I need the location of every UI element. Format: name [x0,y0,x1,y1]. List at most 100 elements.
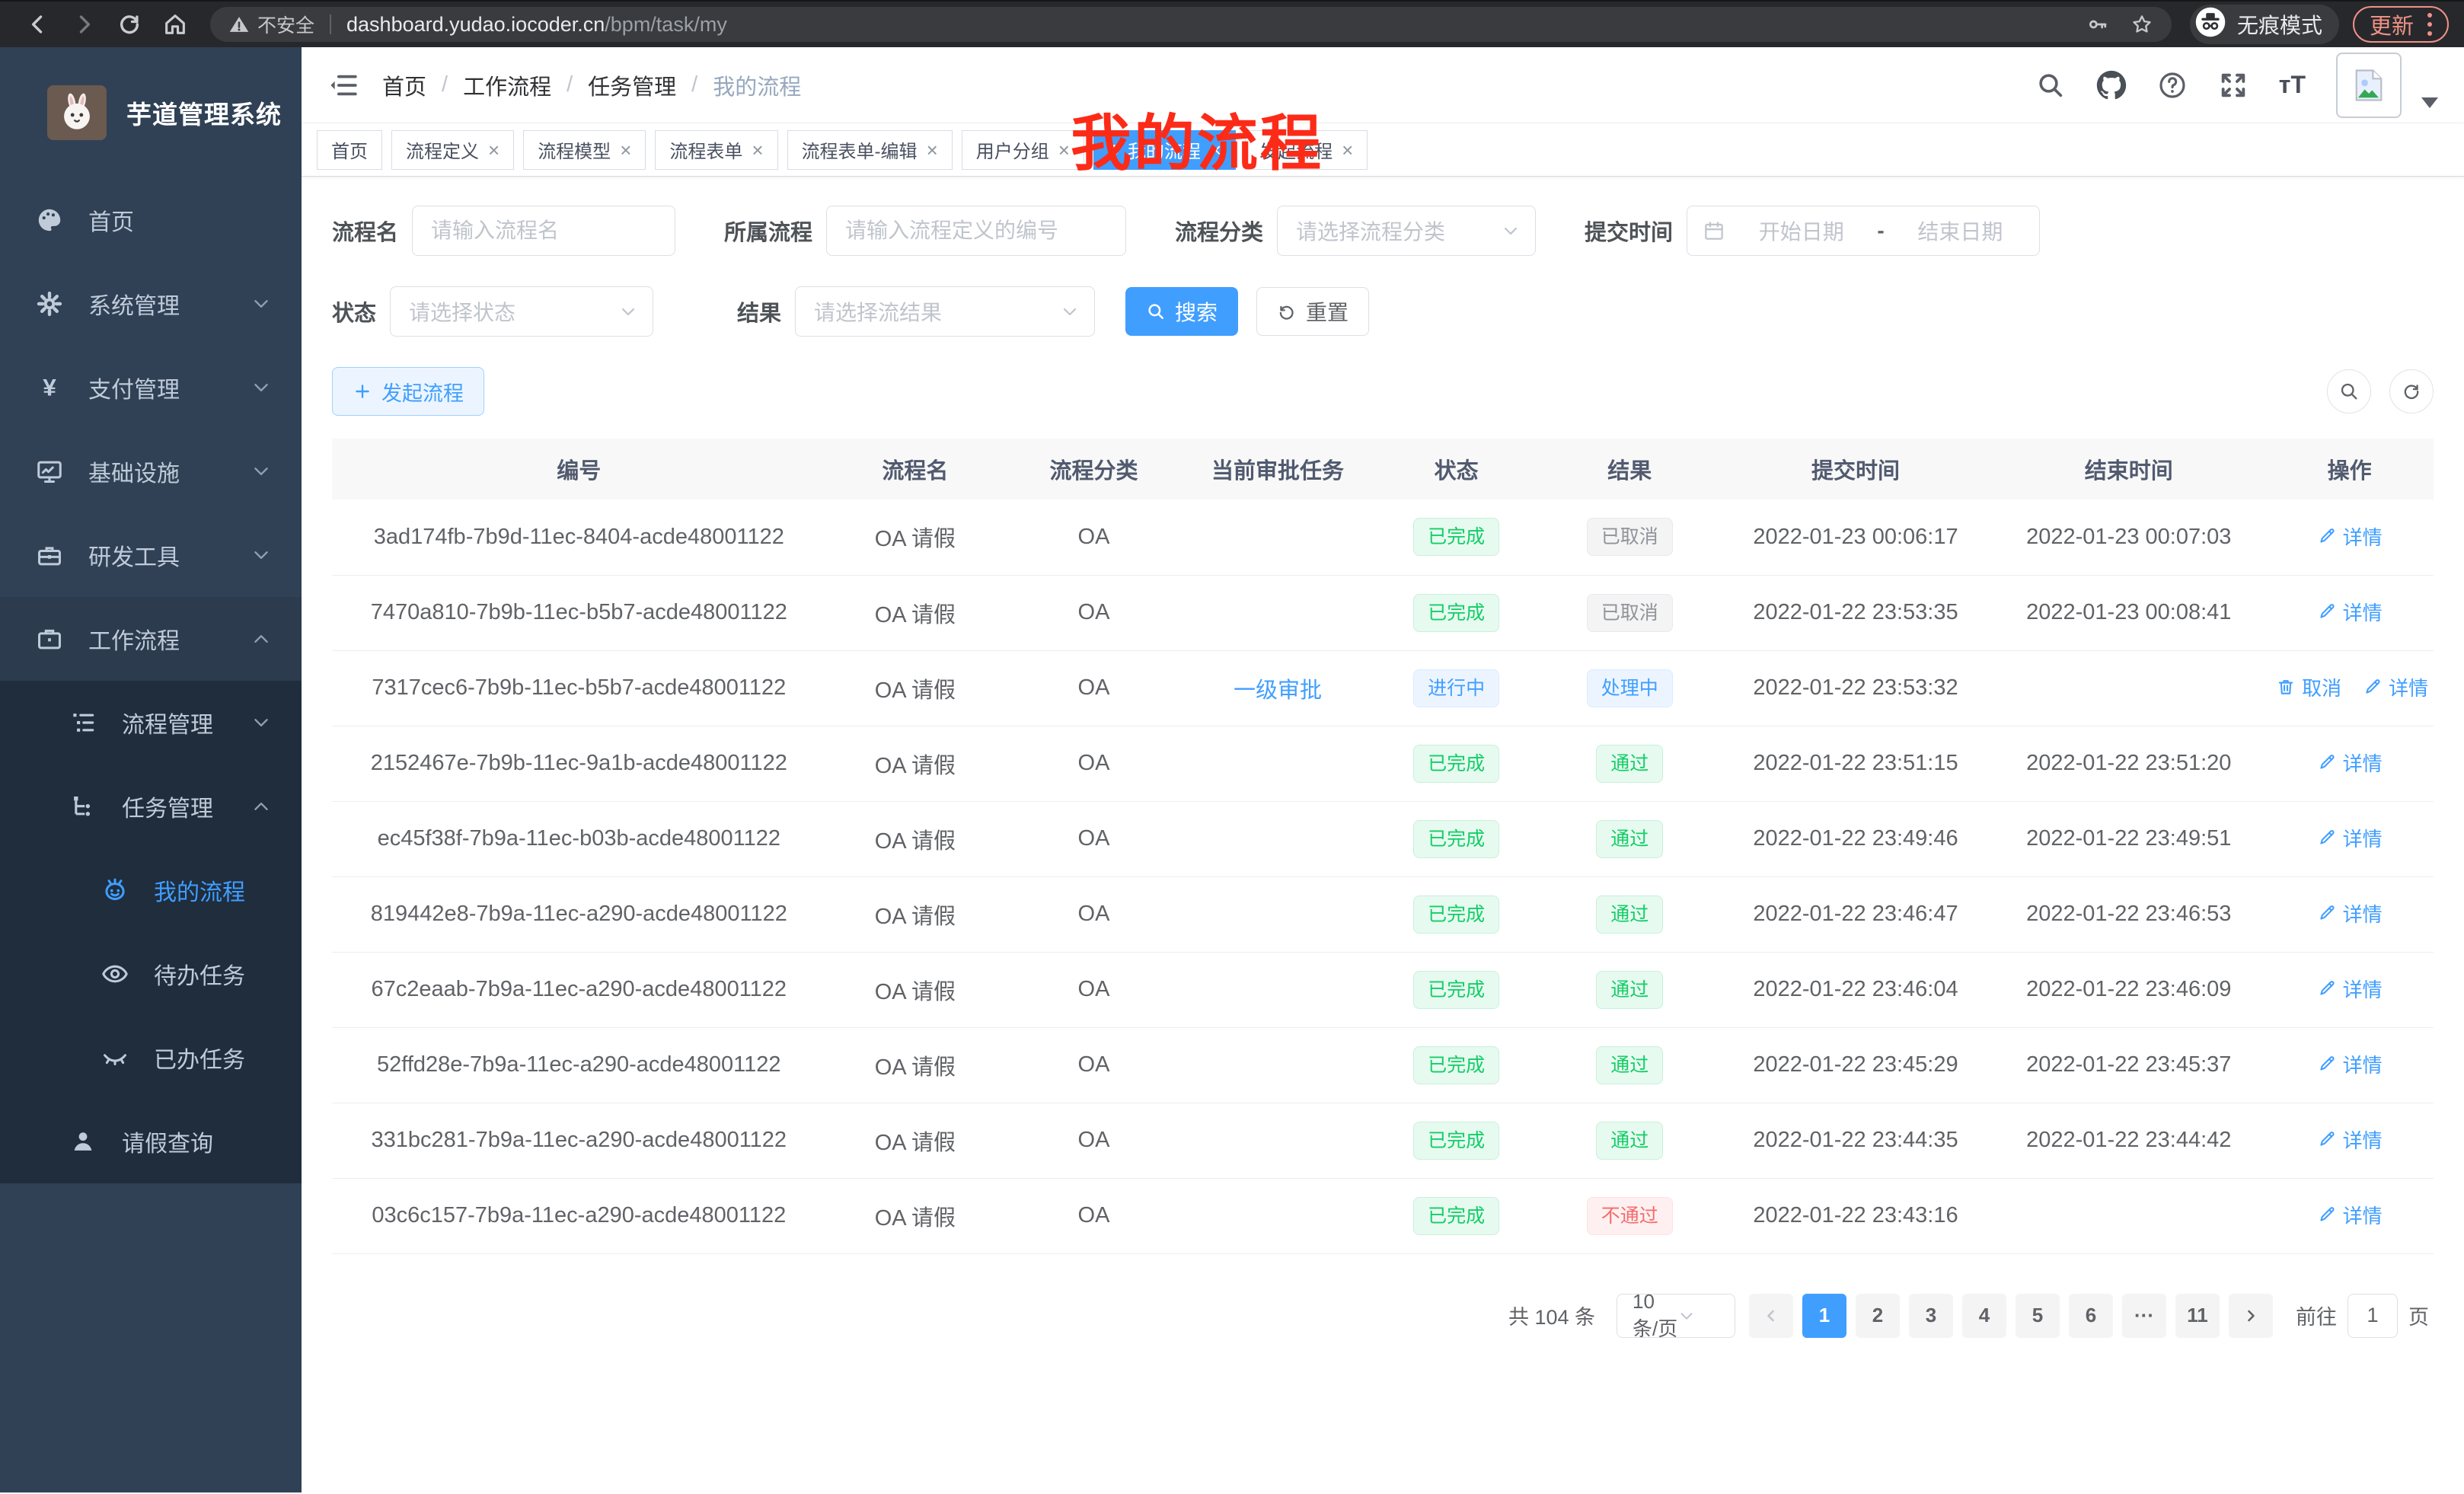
sidebar-item-workflow[interactable]: 工作流程 [0,597,302,681]
cell-end-time: 2022-01-22 23:49:51 [1992,801,2265,876]
reset-button[interactable]: 重置 [1256,287,1369,336]
detail-link[interactable]: 详情 [2317,1050,2383,1078]
result-badge: 通过 [1596,971,1663,1009]
cancel-link[interactable]: 取消 [2276,673,2341,701]
detail-link[interactable]: 详情 [2317,824,2383,852]
page-button-6[interactable]: 6 [2069,1294,2113,1338]
update-label[interactable]: 更新 [2370,8,2414,40]
page-button-5[interactable]: 5 [2016,1294,2060,1338]
search-icon[interactable] [2035,70,2066,101]
breadcrumb-task-mgmt[interactable]: 任务管理 [588,69,676,101]
tab-process-form-edit[interactable]: 流程表单-编辑× [787,130,953,170]
detail-link[interactable]: 详情 [2317,975,2383,1003]
sidebar-item-payment[interactable]: ¥支付管理 [0,346,302,429]
detail-link[interactable]: 详情 [2317,1125,2383,1154]
cell-task [1183,500,1372,575]
sidebar-item-done-tasks[interactable]: 已办任务 [0,1016,302,1100]
next-page-button[interactable] [2229,1294,2273,1338]
fullscreen-icon[interactable] [2218,70,2249,101]
sidebar-item-todo-tasks[interactable]: 待办任务 [0,932,302,1016]
app-logo-row[interactable]: 芋道管理系统 [0,47,302,178]
search-button[interactable]: 搜索 [1125,287,1238,336]
breadcrumb-workflow[interactable]: 工作流程 [463,69,551,101]
process-name-input[interactable] [412,206,675,256]
result-select[interactable]: 请选择流结果 [795,286,1095,337]
password-key-icon[interactable] [2086,13,2109,36]
browser-back-icon[interactable] [15,7,61,42]
page-button-1[interactable]: 1 [1802,1294,1846,1338]
github-icon[interactable] [2096,70,2127,101]
tab-process-definition[interactable]: 流程定义× [391,130,514,170]
url-host[interactable]: dashboard.yudao.iocoder.cn [346,13,605,37]
bookmark-star-icon[interactable] [2130,13,2153,36]
url-path[interactable]: /bpm/task/my [605,13,727,37]
pager-ellipsis[interactable]: ··· [2122,1294,2166,1338]
security-label[interactable]: 不安全 [257,11,314,38]
tab-home[interactable]: 首页 [317,130,382,170]
breadcrumb-home[interactable]: 首页 [382,69,426,101]
page-button-2[interactable]: 2 [1856,1294,1900,1338]
cell-end-time: 2022-01-22 23:44:42 [1992,1103,2265,1178]
close-icon[interactable]: × [752,140,763,160]
sidebar-item-process-mgmt[interactable]: 流程管理 [0,681,302,765]
status-label: 状态 [332,295,376,327]
browser-update-button[interactable]: 更新 [2353,6,2449,43]
toggle-search-button[interactable] [2327,369,2371,413]
cell-submit-time: 2022-01-22 23:44:35 [1719,1103,1993,1178]
sidebar-item-devtools[interactable]: 研发工具 [0,513,302,597]
process-category-select[interactable]: 请选择流程分类 [1277,206,1536,256]
page-button-11[interactable]: 11 [2175,1294,2220,1338]
status-select[interactable]: 请选择状态 [390,286,653,337]
tab-process-model[interactable]: 流程模型× [523,130,646,170]
browser-reload-icon[interactable] [107,7,152,42]
cell-actions: 详情 [2265,876,2434,952]
refresh-button[interactable] [2389,369,2434,413]
page-button-3[interactable]: 3 [1909,1294,1953,1338]
font-size-icon[interactable]: ᴛT [2279,71,2306,99]
goto-page-input[interactable] [2348,1294,2398,1338]
cell-status: 已完成 [1372,726,1540,801]
task-link[interactable]: 一级审批 [1234,678,1322,703]
avatar-caret-icon[interactable] [2421,97,2438,108]
page-button-4[interactable]: 4 [1962,1294,2006,1338]
sidebar-item-home[interactable]: 首页 [0,178,302,262]
page-size-select[interactable]: 10条/页 [1617,1294,1735,1338]
end-date-placeholder: 结束日期 [1897,215,2024,246]
help-icon[interactable] [2157,70,2188,101]
sidebar-item-task-mgmt[interactable]: 任务管理 [0,765,302,848]
close-icon[interactable]: × [488,140,500,160]
detail-link[interactable]: 详情 [2317,899,2383,927]
browser-home-icon[interactable] [152,7,198,42]
security-warning-icon[interactable] [228,14,250,35]
cell-end-time: 2022-01-23 00:08:41 [1992,575,2265,650]
detail-link[interactable]: 详情 [2363,673,2428,701]
detail-link[interactable]: 详情 [2317,522,2383,551]
submit-time-range-picker[interactable]: 开始日期 - 结束日期 [1687,206,2040,256]
cell-id: 7317cec6-7b9b-11ec-b5b7-acde48001122 [332,650,826,726]
process-category-label: 流程分类 [1175,215,1263,247]
avatar[interactable] [2336,53,2402,118]
prev-page-button[interactable] [1749,1294,1793,1338]
address-bar[interactable]: 不安全 dashboard.yudao.iocoder.cn/bpm/task/… [210,7,2172,42]
close-icon[interactable]: × [1210,140,1221,160]
close-icon[interactable]: × [927,140,938,160]
close-icon[interactable]: × [1342,140,1353,160]
tab-user-group[interactable]: 用户分组× [962,130,1084,170]
sidebar-item-infra[interactable]: 基础设施 [0,429,302,513]
close-icon[interactable]: × [1058,140,1070,160]
sidebar-item-system[interactable]: 系统管理 [0,262,302,346]
browser-menu-icon[interactable] [2427,13,2432,36]
detail-link[interactable]: 详情 [2317,598,2383,626]
tab-my-process[interactable]: 我的流程× [1093,130,1236,170]
tab-process-form[interactable]: 流程表单× [655,130,777,170]
detail-link[interactable]: 详情 [2317,1201,2383,1229]
detail-link[interactable]: 详情 [2317,749,2383,777]
create-process-button[interactable]: 发起流程 [332,367,484,416]
sidebar-item-my-process[interactable]: 我的流程 [0,848,302,932]
close-icon[interactable]: × [620,140,631,160]
sidebar-collapse-icon[interactable] [327,69,359,101]
tab-start-process[interactable]: 发起流程× [1245,130,1368,170]
browser-forward-icon[interactable] [61,7,107,42]
process-definition-input[interactable] [826,206,1126,256]
sidebar-item-leave-query[interactable]: 请假查询 [0,1100,302,1183]
